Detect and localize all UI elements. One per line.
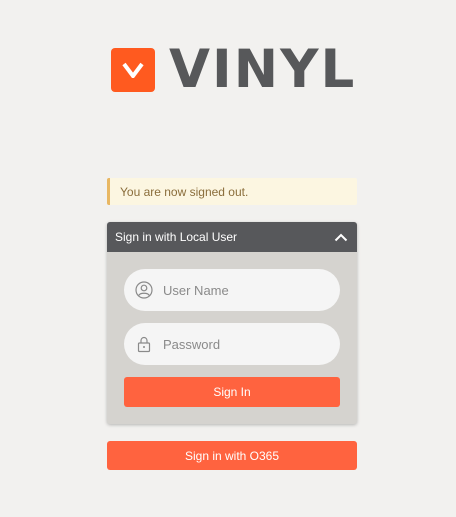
sign-in-button[interactable]: Sign In <box>124 377 340 407</box>
panel-title: Sign in with Local User <box>115 230 238 244</box>
lock-icon <box>135 335 153 353</box>
login-page: VINYL You are now signed out. Sign in wi… <box>0 0 456 517</box>
signed-out-alert: You are now signed out. <box>107 178 357 205</box>
vinyl-logo: VINYL <box>111 39 357 100</box>
sign-in-o365-button[interactable]: Sign in with O365 <box>107 441 357 470</box>
logo-mark-icon <box>111 48 155 92</box>
alert-message: You are now signed out. <box>120 184 249 199</box>
panel-header[interactable]: Sign in with Local User <box>107 222 357 252</box>
username-field[interactable] <box>124 269 340 311</box>
chevron-up-icon[interactable] <box>333 229 349 245</box>
local-login-panel: Sign in with Local User User Name Sign I… <box>107 222 357 424</box>
username-input[interactable] <box>163 275 333 305</box>
password-input[interactable] <box>163 329 333 359</box>
logo-text: VINYL <box>169 39 357 100</box>
user-icon <box>135 281 153 299</box>
password-field[interactable] <box>124 323 340 365</box>
